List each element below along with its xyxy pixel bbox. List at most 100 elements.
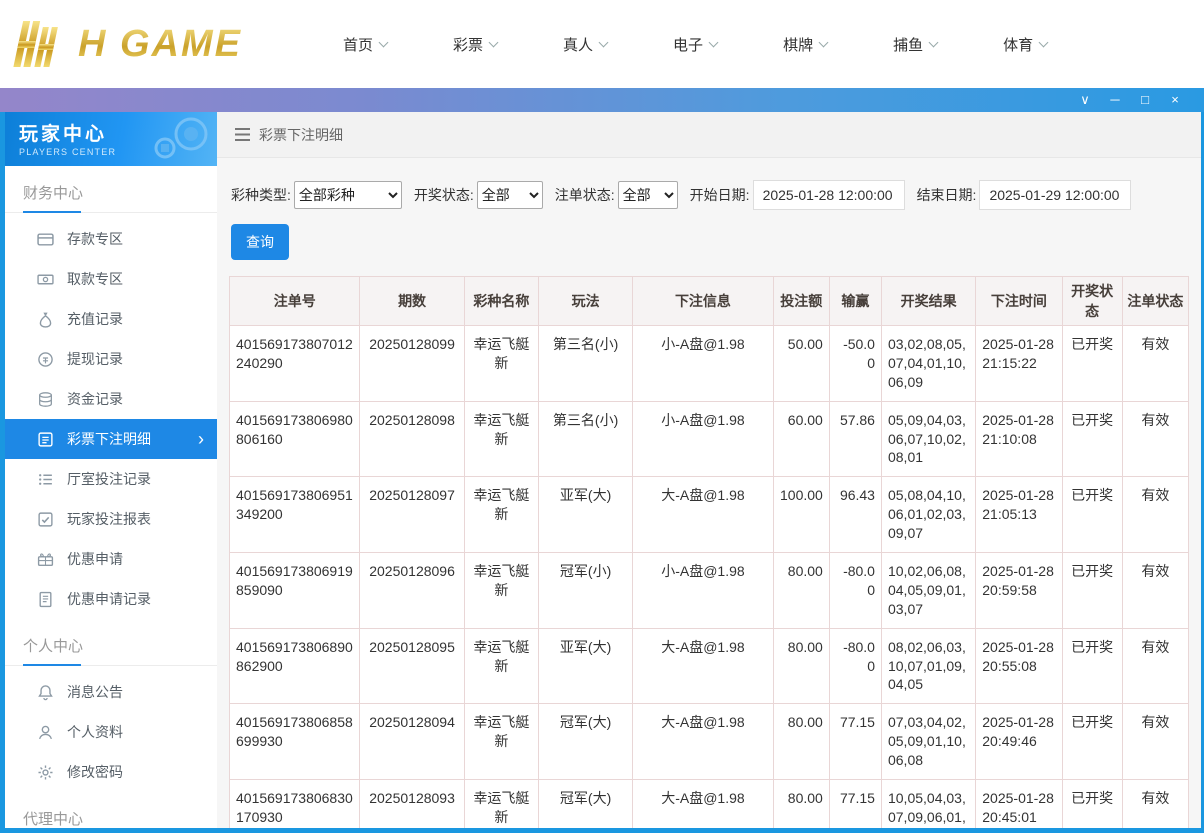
close-button[interactable]: × xyxy=(1160,88,1190,112)
sidebar-item-label: 资金记录 xyxy=(67,389,123,409)
start-date-label: 开始日期: xyxy=(690,185,750,205)
chevron-down-icon xyxy=(599,37,609,47)
chevron-down-icon xyxy=(1039,37,1049,47)
banknote-icon xyxy=(37,271,54,288)
minimize-button[interactable]: ─ xyxy=(1100,88,1130,112)
sidebar-item-promo-apply-records[interactable]: 优惠申请记录 xyxy=(5,579,217,619)
nav-item-label: 电子 xyxy=(673,34,703,55)
end-date-label: 结束日期: xyxy=(917,185,977,205)
top-nav: 首页彩票真人 电子 棋牌 捕鱼 体育 xyxy=(310,24,1080,64)
table-header-cell: 玩法 xyxy=(538,277,632,326)
sidebar-item-deposit-zone[interactable]: 存款专区 xyxy=(5,219,217,259)
table-cell: 50.00 xyxy=(773,326,829,402)
section-title-agent-center: 代理中心 xyxy=(5,792,217,828)
menu-icon[interactable] xyxy=(235,128,250,141)
table-cell: -80.00 xyxy=(829,628,881,704)
table-cell: 已开奖 xyxy=(1062,628,1122,704)
table-cell: 有效 xyxy=(1122,704,1188,780)
sidebar-item-profile[interactable]: 个人资料 xyxy=(5,712,217,752)
table-cell: 冠军(大) xyxy=(538,780,632,828)
nav-item-chess[interactable]: 棋牌 xyxy=(750,24,860,64)
table-cell: 幸运飞艇新 xyxy=(464,628,538,704)
table-cell: 2025-01-28 20:55:08 xyxy=(976,628,1062,704)
gamepad-icon xyxy=(147,116,211,162)
table-cell: 20250128093 xyxy=(360,780,464,828)
sidebar-item-funds-records[interactable]: 资金记录 xyxy=(5,379,217,419)
coin-icon xyxy=(37,351,54,368)
logo-mark-icon xyxy=(10,17,72,71)
table-cell: 20250128096 xyxy=(360,553,464,629)
table-cell: 2025-01-28 20:49:46 xyxy=(976,704,1062,780)
table-cell: 57.86 xyxy=(829,401,881,477)
sidebar-item-label: 充值记录 xyxy=(67,309,123,329)
bet-table-wrap: 注单号期数彩种名称玩法下注信息投注额输赢开奖结果下注时间开奖状态注单状态4015… xyxy=(229,276,1189,828)
table-cell: 60.00 xyxy=(773,401,829,477)
table-row: 40156917380685869993020250128094幸运飞艇新冠军(… xyxy=(230,704,1189,780)
table-cell: 已开奖 xyxy=(1062,326,1122,402)
table-cell: 05,08,04,10,06,01,02,03,09,07 xyxy=(881,477,975,553)
table-cell: 小-A盘@1.98 xyxy=(633,326,773,402)
sidebar-item-label: 个人资料 xyxy=(67,722,123,742)
sidebar-item-label: 存款专区 xyxy=(67,229,123,249)
lottery-type-label: 彩种类型: xyxy=(231,185,291,205)
table-cell: 401569173807012240290 xyxy=(230,326,360,402)
page-title: 彩票下注明细 xyxy=(259,125,343,145)
sidebar-item-hall-bet-records[interactable]: 厅室投注记录 xyxy=(5,459,217,499)
chevron-down-icon xyxy=(489,37,499,47)
table-cell: 有效 xyxy=(1122,401,1188,477)
sidebar-item-withdraw-zone[interactable]: 取款专区 xyxy=(5,259,217,299)
sidebar-item-lottery-bet-details[interactable]: 彩票下注明细› xyxy=(5,419,217,459)
table-cell: 2025-01-28 21:15:22 xyxy=(976,326,1062,402)
maximize-button[interactable]: □ xyxy=(1130,88,1160,112)
sidebar-item-change-password[interactable]: 修改密码 xyxy=(5,752,217,792)
logo: H GAME xyxy=(0,17,292,71)
query-button[interactable]: 查询 xyxy=(231,224,289,260)
nav-item-live[interactable]: 真人 xyxy=(530,24,640,64)
sidebar-item-label: 提现记录 xyxy=(67,349,123,369)
table-row: 40156917380689086290020250128095幸运飞艇新亚军(… xyxy=(230,628,1189,704)
end-date-input[interactable] xyxy=(979,180,1131,210)
table-cell: 401569173806919859090 xyxy=(230,553,360,629)
nav-item-fishing[interactable]: 捕鱼 xyxy=(860,24,970,64)
nav-item-label: 捕鱼 xyxy=(893,34,923,55)
sidebar-item-recharge-records[interactable]: 充值记录 xyxy=(5,299,217,339)
table-cell: 小-A盘@1.98 xyxy=(633,553,773,629)
sidebar-item-player-bet-report[interactable]: 玩家投注报表 xyxy=(5,499,217,539)
chevron-down-icon xyxy=(819,37,829,47)
table-cell: 已开奖 xyxy=(1062,553,1122,629)
sidebar-item-label: 取款专区 xyxy=(67,269,123,289)
section-title-finance-center: 财务中心 xyxy=(5,166,217,213)
sidebar-item-promo-apply[interactable]: 优惠申请 xyxy=(5,539,217,579)
app-window: H GAME 首页彩票真人电子棋牌捕鱼体育 ∨─□× 玩家中心 PLAYERS … xyxy=(0,0,1204,833)
table-header-cell: 注单状态 xyxy=(1122,277,1188,326)
nav-item-slots[interactable]: 电子 xyxy=(640,24,750,64)
table-cell: 幸运飞艇新 xyxy=(464,401,538,477)
table-cell: -50.00 xyxy=(829,326,881,402)
lottery-type-select[interactable]: 全部彩种 xyxy=(294,181,402,209)
start-date-input[interactable] xyxy=(753,180,905,210)
table-cell: 亚军(大) xyxy=(538,628,632,704)
table-cell: 100.00 xyxy=(773,477,829,553)
gear-icon xyxy=(37,764,54,781)
sidebar-item-withdrawal-records[interactable]: 提现记录 xyxy=(5,339,217,379)
table-header-cell: 注单号 xyxy=(230,277,360,326)
sidebar-item-messages[interactable]: 消息公告 xyxy=(5,672,217,712)
table-cell: 有效 xyxy=(1122,326,1188,402)
sidebar-item-label: 修改密码 xyxy=(67,762,123,782)
bell-icon xyxy=(37,684,54,701)
table-cell: 已开奖 xyxy=(1062,704,1122,780)
draw-status-select[interactable]: 全部 xyxy=(477,181,543,209)
collapse-button[interactable]: ∨ xyxy=(1070,88,1100,112)
nav-item-lottery[interactable]: 彩票 xyxy=(420,24,530,64)
table-cell: 大-A盘@1.98 xyxy=(633,704,773,780)
table-cell: 20250128094 xyxy=(360,704,464,780)
nav-item-sports[interactable]: 体育 xyxy=(970,24,1080,64)
table-cell: 80.00 xyxy=(773,553,829,629)
bet-status-select[interactable]: 全部 xyxy=(618,181,678,209)
titlebar: ∨─□× xyxy=(0,88,1204,112)
table-cell: 2025-01-28 20:45:01 xyxy=(976,780,1062,828)
table-cell: 401569173806980806160 xyxy=(230,401,360,477)
nav-item-home[interactable]: 首页 xyxy=(310,24,420,64)
table-cell: 20250128095 xyxy=(360,628,464,704)
table-header-cell: 开奖结果 xyxy=(881,277,975,326)
